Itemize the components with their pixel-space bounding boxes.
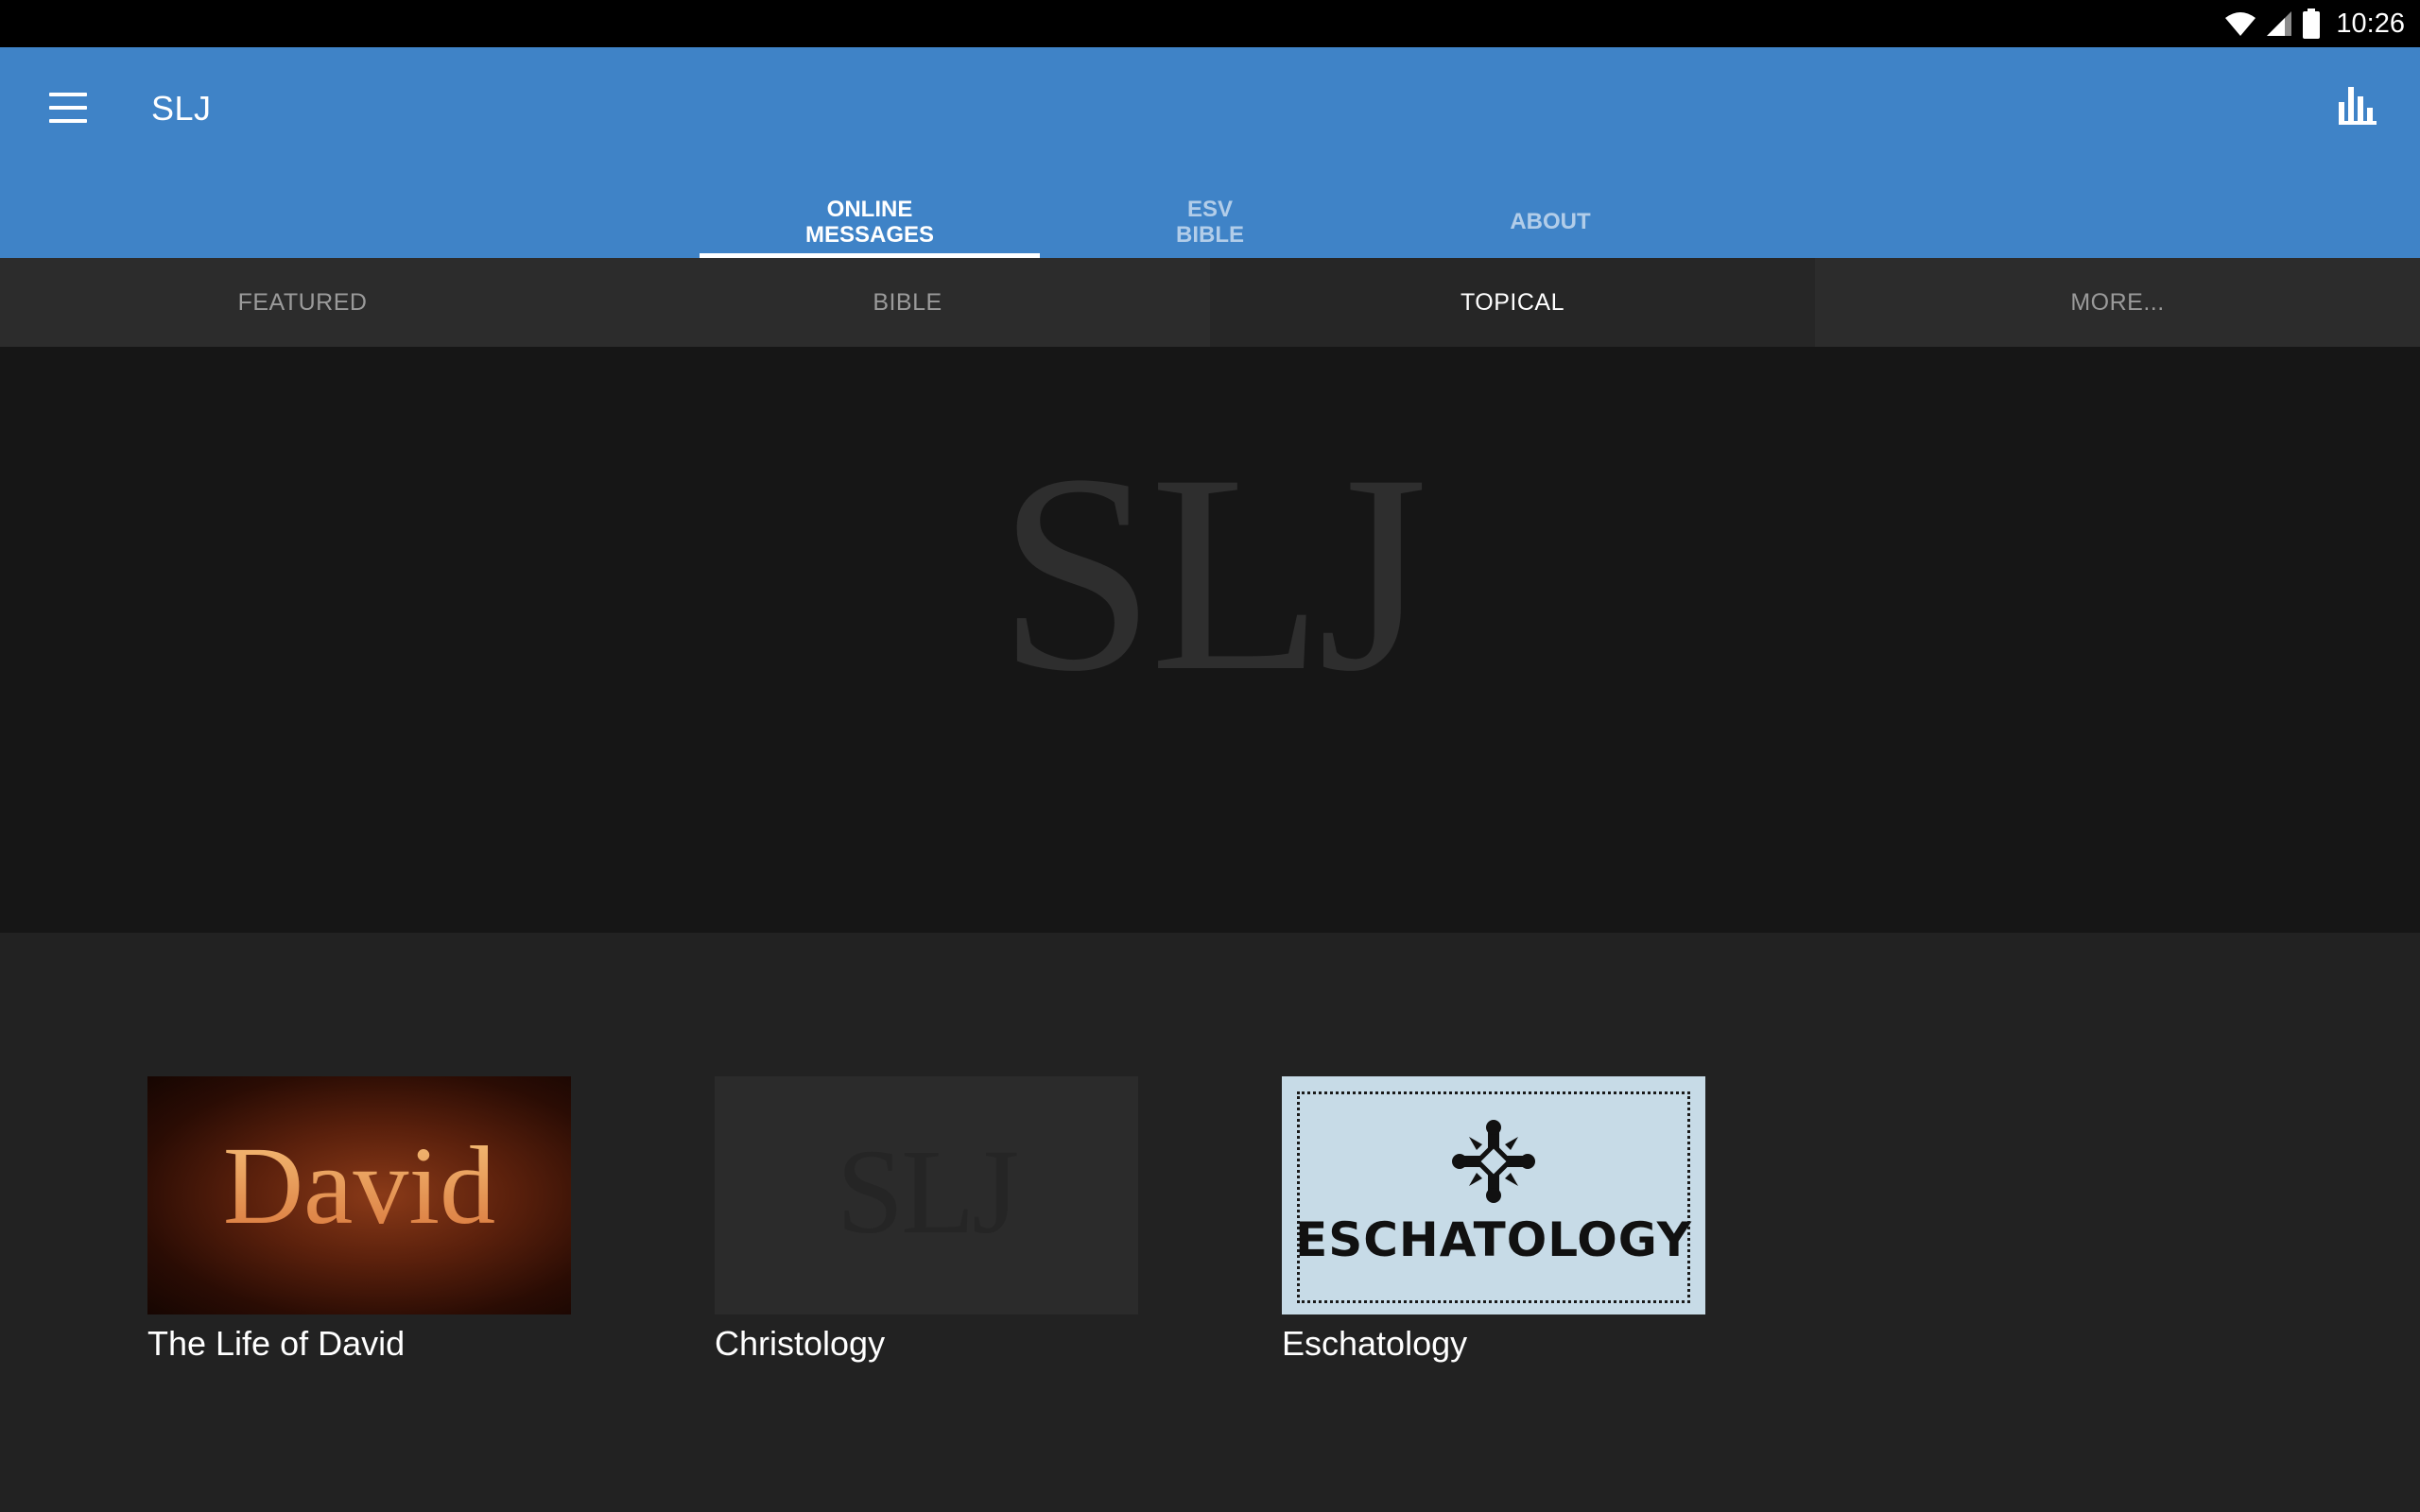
app-title: SLJ xyxy=(151,89,212,128)
card-thumbnail: David xyxy=(147,1076,571,1314)
eschatology-thumb-art: ESCHATOLOGY xyxy=(1295,1120,1692,1267)
tab-esv-bible[interactable]: ESV BIBLE xyxy=(1040,189,1380,258)
app-bar: SLJ ONLINE MESSAGES ESV BIBLE ABOUT xyxy=(0,47,2420,258)
sub-tabs: FEATURED BIBLE TOPICAL MORE... xyxy=(0,258,2420,347)
topic-card-eschatology[interactable]: ESCHATOLOGY Eschatology xyxy=(1282,1076,1705,1364)
david-thumb-art: David xyxy=(223,1124,495,1247)
thumb-text: David xyxy=(223,1124,495,1247)
cross-emblem-icon xyxy=(1452,1120,1535,1203)
tab-online-messages[interactable]: ONLINE MESSAGES xyxy=(700,189,1040,258)
bar-chart-icon[interactable] xyxy=(2339,83,2377,125)
status-time: 10:26 xyxy=(2336,8,2405,39)
hero-logo: SLJ xyxy=(998,441,1430,730)
topic-card-life-of-david[interactable]: David The Life of David xyxy=(147,1076,571,1364)
thumb-text: SLJ xyxy=(837,1125,1017,1259)
main-tabs: ONLINE MESSAGES ESV BIBLE ABOUT xyxy=(700,189,1720,258)
slj-thumb-art: SLJ xyxy=(837,1125,1020,1259)
subtab-more[interactable]: MORE... xyxy=(1815,258,2420,347)
hero-logo-text: SLJ xyxy=(998,441,1425,730)
subtab-topical[interactable]: TOPICAL xyxy=(1210,258,1815,347)
wifi-icon xyxy=(2225,12,2256,36)
thumb-text: ESCHATOLOGY xyxy=(1295,1212,1692,1267)
card-title: The Life of David xyxy=(147,1324,406,1363)
card-thumbnail: SLJ xyxy=(715,1076,1138,1314)
subtab-bible[interactable]: BIBLE xyxy=(605,258,1210,347)
card-title: Christology xyxy=(715,1324,886,1363)
hero-banner: SLJ xyxy=(0,347,2420,933)
tab-about[interactable]: ABOUT xyxy=(1380,189,1720,258)
cell-signal-icon xyxy=(2267,11,2292,36)
battery-icon xyxy=(2303,9,2321,39)
menu-icon[interactable] xyxy=(49,93,87,123)
card-title: Eschatology xyxy=(1282,1324,1468,1363)
card-thumbnail: ESCHATOLOGY xyxy=(1282,1076,1705,1314)
subtab-featured[interactable]: FEATURED xyxy=(0,258,605,347)
topic-grid: David The Life of David SLJ Christology xyxy=(0,933,2420,1512)
status-bar: 10:26 xyxy=(0,0,2420,47)
topic-card-christology[interactable]: SLJ Christology xyxy=(715,1076,1138,1364)
